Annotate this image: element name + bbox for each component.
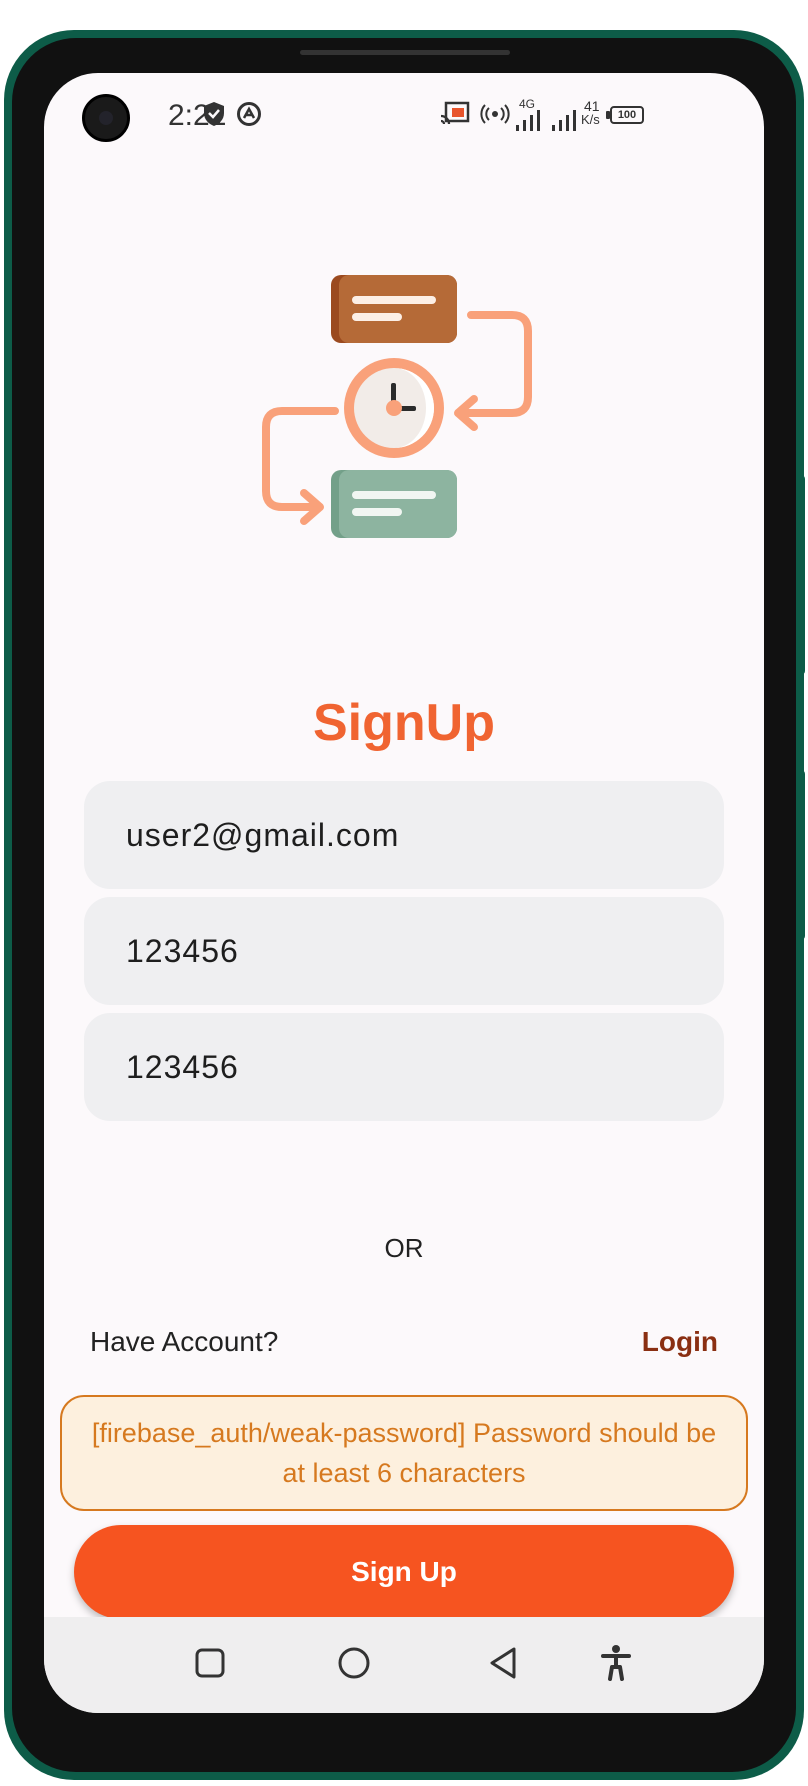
battery-tip [606, 111, 610, 119]
front-camera [82, 94, 130, 142]
status-bar: 2:21 4G 41 K/s 100 [44, 73, 764, 153]
error-message: [firebase_auth/weak-password] Password s… [91, 1418, 717, 1488]
battery-icon: 100 [610, 106, 644, 124]
schedule-illustration [262, 275, 532, 538]
email-field[interactable]: user2@gmail.com [84, 781, 724, 889]
cast-icon [440, 101, 470, 125]
confirm-password-field[interactable]: 123456 [84, 1013, 724, 1121]
accessibility-icon[interactable] [591, 1639, 641, 1689]
vpn-icon [237, 102, 261, 126]
system-nav-bar [44, 1617, 764, 1713]
hotspot-icon [480, 104, 510, 124]
sign-up-button-label: Sign Up [351, 1556, 457, 1587]
battery-level: 100 [617, 109, 637, 121]
network-speed-value: 41 [584, 98, 600, 114]
power-button [799, 770, 805, 940]
page-title: SignUp [313, 694, 495, 752]
recents-icon[interactable] [185, 1639, 235, 1689]
network-speed-unit: K/s [581, 112, 600, 127]
have-account-label: Have Account? [90, 1326, 279, 1357]
shield-icon [204, 102, 224, 126]
earpiece [300, 50, 510, 55]
signal-icon-2 [552, 110, 576, 131]
app-screen: 2:21 4G 41 K/s 100 SignUp user2@gmail.co… [44, 73, 764, 1713]
volume-button [799, 475, 805, 675]
login-link[interactable]: Login [642, 1326, 718, 1358]
error-toast: [firebase_auth/weak-password] Password s… [60, 1395, 748, 1511]
home-icon[interactable] [329, 1639, 379, 1689]
signal-icon [516, 110, 540, 131]
sign-up-button[interactable]: Sign Up [74, 1525, 734, 1619]
or-divider: OR [384, 1233, 424, 1263]
password-field[interactable]: 123456 [84, 897, 724, 1005]
back-icon[interactable] [479, 1639, 529, 1689]
